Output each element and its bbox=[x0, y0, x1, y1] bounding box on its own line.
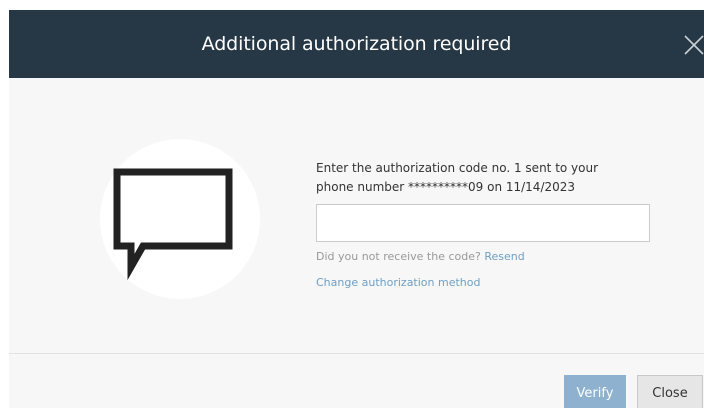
change-authorization-method-link[interactable]: Change authorization method bbox=[316, 276, 480, 289]
not-received-text: Did you not receive the code? bbox=[316, 250, 481, 263]
dialog-header: Additional authorization required bbox=[9, 10, 704, 78]
prompt-line-1: Enter the authorization code no. 1 sent … bbox=[316, 161, 599, 175]
resend-link[interactable]: Resend bbox=[484, 250, 524, 263]
speech-bubble-icon bbox=[113, 168, 233, 281]
resend-line: Did you not receive the code? Resend bbox=[316, 250, 525, 263]
verify-button[interactable]: Verify bbox=[564, 375, 626, 408]
authorization-code-input[interactable] bbox=[316, 204, 650, 242]
prompt-line-2: phone number **********09 on 11/14/2023 bbox=[316, 180, 576, 194]
authorization-prompt: Enter the authorization code no. 1 sent … bbox=[316, 159, 676, 197]
dialog-title: Additional authorization required bbox=[201, 33, 512, 55]
authorization-dialog: Additional authorization required Enter … bbox=[9, 10, 704, 408]
close-button[interactable]: Close bbox=[637, 375, 703, 408]
message-icon-circle bbox=[100, 139, 260, 299]
close-icon[interactable] bbox=[682, 33, 704, 57]
footer-divider bbox=[9, 353, 704, 354]
